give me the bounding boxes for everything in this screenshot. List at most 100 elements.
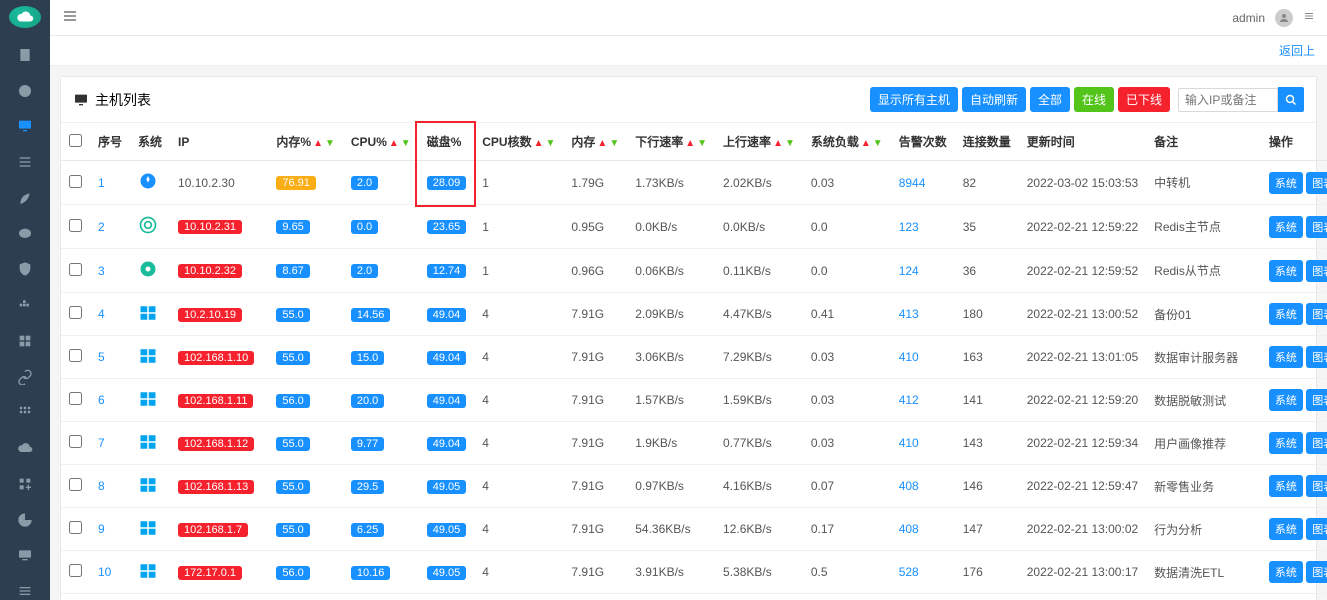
seq-link[interactable]: 3: [98, 264, 105, 278]
chart-button[interactable]: 图表: [1306, 432, 1327, 454]
row-checkbox[interactable]: [69, 306, 82, 319]
system-button[interactable]: 系统: [1269, 260, 1303, 282]
seq-link[interactable]: 8: [98, 479, 105, 493]
col-up[interactable]: 上行速率▲▼: [715, 123, 803, 161]
col-ip[interactable]: IP: [170, 123, 268, 161]
col-update[interactable]: 更新时间: [1019, 123, 1146, 161]
col-cores[interactable]: CPU核数▲▼: [474, 123, 563, 161]
row-checkbox[interactable]: [69, 219, 82, 232]
chart-button[interactable]: 图表: [1306, 475, 1327, 497]
user-icon[interactable]: [1275, 9, 1293, 27]
sidebar-item-docker[interactable]: [0, 296, 50, 314]
show-all-button[interactable]: 显示所有主机: [870, 87, 958, 112]
seq-link[interactable]: 9: [98, 522, 105, 536]
system-button[interactable]: 系统: [1269, 389, 1303, 411]
table-row[interactable]: 9102.168.1.755.06.2549.0547.91G54.36KB/s…: [61, 508, 1327, 551]
col-conn[interactable]: 连接数量: [955, 123, 1019, 161]
table-row[interactable]: 5102.168.1.1055.015.049.0447.91G3.06KB/s…: [61, 336, 1327, 379]
row-checkbox[interactable]: [69, 175, 82, 188]
chart-button[interactable]: 图表: [1306, 172, 1327, 194]
chart-button[interactable]: 图表: [1306, 303, 1327, 325]
col-alarm[interactable]: 告警次数: [891, 123, 955, 161]
chart-button[interactable]: 图表: [1306, 389, 1327, 411]
alarm-link[interactable]: 124: [899, 264, 919, 278]
seq-link[interactable]: 10: [98, 565, 111, 579]
system-button[interactable]: 系统: [1269, 346, 1303, 368]
col-os[interactable]: 系统: [130, 123, 170, 161]
filter-offline-button[interactable]: 已下线: [1118, 87, 1170, 112]
hamburger-icon[interactable]: [62, 8, 78, 27]
row-checkbox[interactable]: [69, 564, 82, 577]
chart-button[interactable]: 图表: [1306, 216, 1327, 238]
select-all-checkbox[interactable]: [69, 134, 82, 147]
sidebar-item-cloud[interactable]: [0, 439, 50, 457]
alarm-link[interactable]: 8944: [899, 176, 926, 190]
table-row[interactable]: 10172.17.0.156.010.1649.0547.91G3.91KB/s…: [61, 551, 1327, 594]
more-icon[interactable]: [1303, 10, 1315, 25]
row-checkbox[interactable]: [69, 435, 82, 448]
table-row[interactable]: 11192.168.1.10156.08.0849.0547.91G1.75KB…: [61, 594, 1327, 600]
sidebar-item-grid[interactable]: [0, 404, 50, 422]
table-row[interactable]: 6102.168.1.1156.020.049.0447.91G1.57KB/s…: [61, 379, 1327, 422]
sidebar-item-screen[interactable]: [0, 547, 50, 565]
sidebar-item-pie[interactable]: [0, 511, 50, 529]
sidebar-item-monitor[interactable]: [0, 117, 50, 135]
search-input[interactable]: [1178, 88, 1278, 112]
sidebar-item-dashboard[interactable]: [0, 82, 50, 100]
system-button[interactable]: 系统: [1269, 303, 1303, 325]
username-label[interactable]: admin: [1232, 11, 1265, 25]
col-disk[interactable]: 磁盘%: [419, 123, 475, 161]
col-down[interactable]: 下行速率▲▼: [627, 123, 715, 161]
row-checkbox[interactable]: [69, 349, 82, 362]
auto-refresh-button[interactable]: 自动刷新: [962, 87, 1026, 112]
system-button[interactable]: 系统: [1269, 561, 1303, 583]
system-button[interactable]: 系统: [1269, 432, 1303, 454]
table-row[interactable]: 210.10.2.319.650.023.6510.95G0.0KB/s0.0K…: [61, 205, 1327, 249]
col-load[interactable]: 系统负载▲▼: [803, 123, 891, 161]
alarm-link[interactable]: 528: [899, 565, 919, 579]
sidebar-item-chat[interactable]: [0, 225, 50, 243]
alarm-link[interactable]: 412: [899, 393, 919, 407]
seq-link[interactable]: 6: [98, 393, 105, 407]
alarm-link[interactable]: 410: [899, 350, 919, 364]
seq-link[interactable]: 7: [98, 436, 105, 450]
row-checkbox[interactable]: [69, 521, 82, 534]
row-checkbox[interactable]: [69, 263, 82, 276]
table-row[interactable]: 310.10.2.328.672.012.7410.96G0.06KB/s0.1…: [61, 249, 1327, 293]
col-memtotal[interactable]: 内存▲▼: [563, 123, 627, 161]
alarm-link[interactable]: 408: [899, 522, 919, 536]
alarm-link[interactable]: 123: [899, 220, 919, 234]
chart-button[interactable]: 图表: [1306, 346, 1327, 368]
system-button[interactable]: 系统: [1269, 475, 1303, 497]
table-row[interactable]: 410.2.10.1955.014.5649.0447.91G2.09KB/s4…: [61, 293, 1327, 336]
col-remark[interactable]: 备注: [1146, 123, 1261, 161]
chart-button[interactable]: 图表: [1306, 518, 1327, 540]
sidebar-item-shield[interactable]: [0, 260, 50, 278]
system-button[interactable]: 系统: [1269, 172, 1303, 194]
col-cpu[interactable]: CPU%▲▼: [343, 123, 419, 161]
seq-link[interactable]: 4: [98, 307, 105, 321]
table-row[interactable]: 8102.168.1.1355.029.549.0547.91G0.97KB/s…: [61, 465, 1327, 508]
col-seq[interactable]: 序号: [90, 123, 130, 161]
sidebar-item-plus-grid[interactable]: [0, 475, 50, 493]
seq-link[interactable]: 1: [98, 176, 105, 190]
sidebar-item-menu[interactable]: [0, 582, 50, 600]
alarm-link[interactable]: 408: [899, 479, 919, 493]
seq-link[interactable]: 5: [98, 350, 105, 364]
chart-button[interactable]: 图表: [1306, 561, 1327, 583]
search-button[interactable]: [1278, 87, 1304, 112]
table-row[interactable]: 7102.168.1.1255.09.7749.0447.91G1.9KB/s0…: [61, 422, 1327, 465]
filter-all-button[interactable]: 全部: [1030, 87, 1070, 112]
sidebar-item-table[interactable]: [0, 332, 50, 350]
sidebar-item-doc[interactable]: [0, 46, 50, 64]
col-mem[interactable]: 内存%▲▼: [268, 123, 342, 161]
sidebar-item-leaf[interactable]: [0, 189, 50, 207]
sidebar-item-link[interactable]: [0, 368, 50, 386]
row-checkbox[interactable]: [69, 392, 82, 405]
system-button[interactable]: 系统: [1269, 518, 1303, 540]
table-row[interactable]: 110.10.2.3076.912.028.0911.79G1.73KB/s2.…: [61, 161, 1327, 205]
seq-link[interactable]: 2: [98, 220, 105, 234]
back-link[interactable]: 返回上: [1279, 44, 1315, 58]
system-button[interactable]: 系统: [1269, 216, 1303, 238]
filter-online-button[interactable]: 在线: [1074, 87, 1114, 112]
